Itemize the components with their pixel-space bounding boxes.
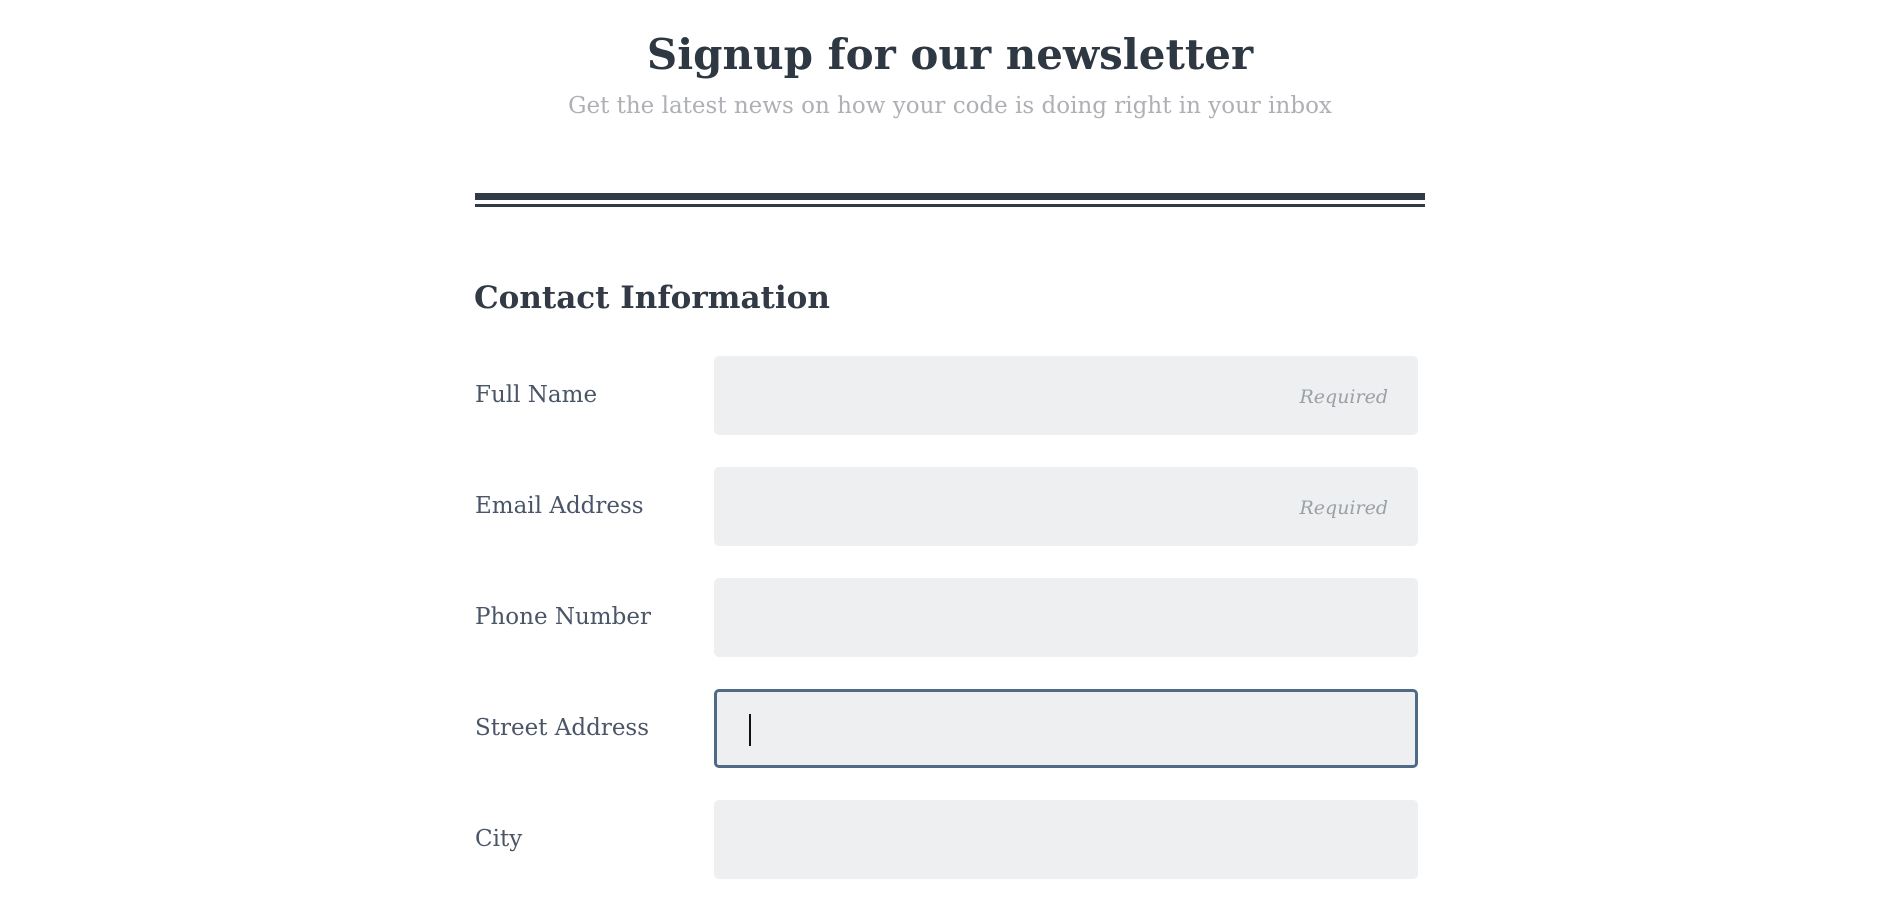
city-input[interactable]	[714, 800, 1418, 879]
email-address-label: Email Address	[475, 493, 644, 519]
street-address-label: Street Address	[475, 715, 650, 741]
phone-number-input[interactable]	[714, 578, 1418, 657]
divider-thick	[475, 193, 1425, 200]
phone-number-label: Phone Number	[475, 604, 651, 630]
full-name-input[interactable]	[714, 356, 1418, 435]
street-address-input[interactable]	[714, 689, 1418, 768]
email-address-input[interactable]	[714, 467, 1418, 546]
page-title: Signup for our newsletter	[646, 30, 1254, 79]
section-title: Contact Information	[474, 280, 830, 316]
full-name-label: Full Name	[475, 382, 598, 408]
divider-thin	[475, 204, 1425, 207]
city-label: City	[475, 826, 523, 852]
text-cursor	[749, 714, 751, 746]
page-subtitle: Get the latest news on how your code is …	[568, 93, 1332, 119]
